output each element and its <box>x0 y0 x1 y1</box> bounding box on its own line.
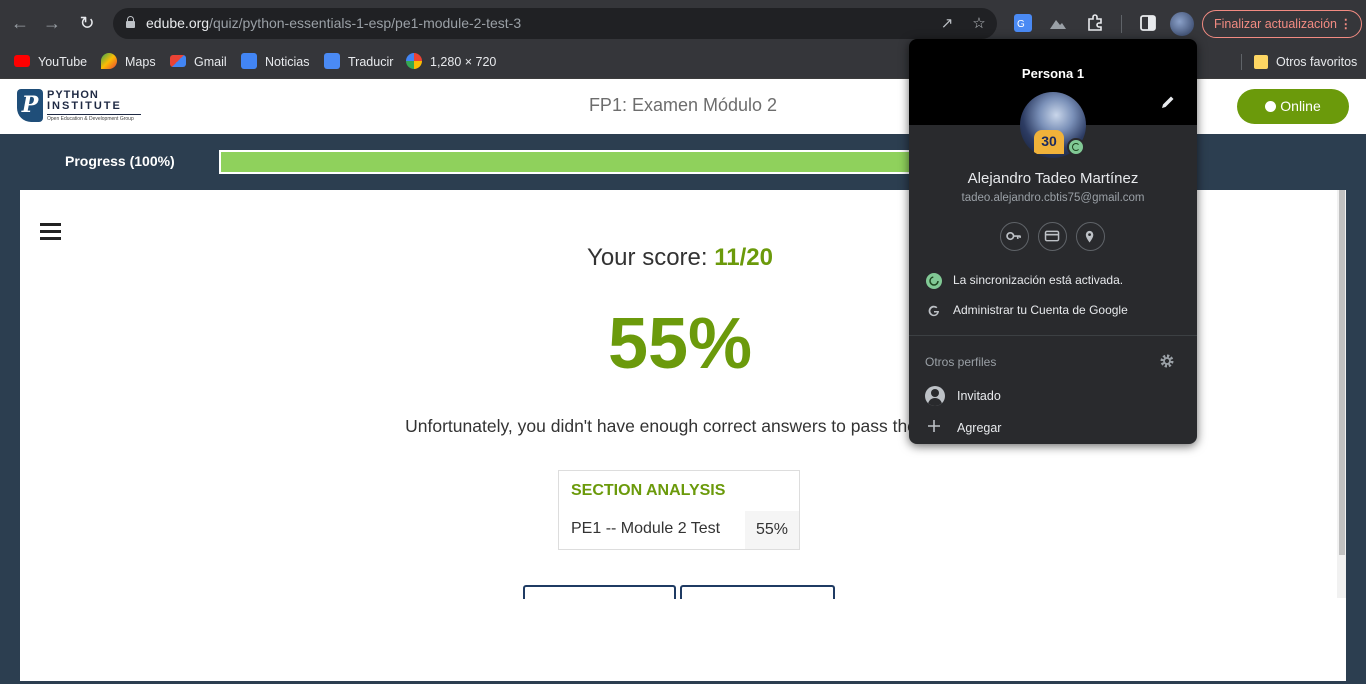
profile-avatar-button[interactable] <box>1170 12 1194 36</box>
popup-divider <box>909 335 1197 336</box>
section-name: PE1 -- Module 2 Test <box>571 520 721 537</box>
add-profile-item[interactable]: Agregar <box>957 421 1001 435</box>
section-analysis-table: SECTION ANALYSIS PE1 -- Module 2 Test 55… <box>558 470 800 550</box>
bookmark-traducir[interactable]: Traducir <box>324 53 393 71</box>
page-scrollbar[interactable] <box>1337 190 1346 598</box>
sync-badge-icon <box>1067 138 1085 156</box>
sync-status-row[interactable]: La sincronización está activada. <box>909 268 1197 294</box>
other-profiles-label: Otros perfiles <box>925 355 997 369</box>
card-lower-area <box>20 599 1346 684</box>
action-button-right[interactable] <box>680 585 835 599</box>
lock-icon <box>126 16 135 28</box>
side-panel-icon[interactable] <box>1138 13 1158 33</box>
plus-add-icon <box>928 420 940 432</box>
bookmark-label: YouTube <box>38 55 88 69</box>
star-icon[interactable]: ☆ <box>969 14 989 34</box>
manage-account-row[interactable]: Administrar tu Cuenta de Google <box>909 298 1197 324</box>
google-icon <box>406 53 422 69</box>
credit-card-icon <box>1044 230 1060 242</box>
bookmark-label: Maps <box>125 55 156 69</box>
sync-icon <box>926 273 942 289</box>
online-label: Online <box>1280 98 1321 114</box>
action-button-left[interactable] <box>523 585 676 599</box>
svg-text:G: G <box>1017 19 1025 30</box>
profile-email: tadeo.alejandro.cbtis75@gmail.com <box>961 192 1145 204</box>
toolbar-divider <box>1121 15 1122 33</box>
pencil-edit-icon[interactable] <box>1160 94 1176 110</box>
score-value: 11/20 <box>714 244 773 271</box>
scrollbar-thumb[interactable] <box>1339 190 1345 555</box>
maps-icon <box>101 53 117 69</box>
bookmark-label: Noticias <box>265 55 310 69</box>
bookmark-youtube[interactable]: YouTube <box>14 53 87 71</box>
folder-icon <box>1254 55 1268 69</box>
extension-mountain-icon[interactable] <box>1048 13 1068 33</box>
more-menu-icon[interactable]: ⋮ <box>1340 11 1353 37</box>
score-prefix: Your score: <box>587 244 708 271</box>
bookmark-resolution[interactable]: 1,280 × 720 <box>406 53 496 71</box>
news-icon <box>241 53 257 69</box>
table-row: PE1 -- Module 2 Test 55% <box>559 511 799 549</box>
finish-update-button[interactable]: Finalizar actualización ⋮ <box>1202 10 1362 38</box>
url-text[interactable]: edube.org/quiz/python-essentials-1-esp/p… <box>146 15 521 31</box>
youtube-icon <box>14 55 30 67</box>
bookmark-label: Traducir <box>348 55 394 69</box>
manage-account-label: Administrar tu Cuenta de Google <box>953 303 1128 317</box>
progress-fill <box>221 152 977 172</box>
bookmark-maps[interactable]: Maps <box>101 53 156 71</box>
finish-update-label: Finalizar actualización <box>1214 17 1337 31</box>
bookmark-label: Gmail <box>194 55 227 69</box>
url-path: /quiz/python-essentials-1-esp/pe1-module… <box>209 15 522 31</box>
bookmark-noticias[interactable]: Noticias <box>241 53 309 71</box>
payment-card-button[interactable] <box>1038 222 1067 251</box>
progress-bar <box>219 150 979 174</box>
guest-person-icon <box>925 386 945 406</box>
location-pin-icon <box>1085 230 1094 243</box>
google-g-icon <box>928 305 939 317</box>
progress-label: Progress (100%) <box>65 153 175 169</box>
status-dot-icon <box>1265 101 1277 112</box>
gmail-icon <box>170 55 186 67</box>
url-host: edube.org <box>146 15 210 31</box>
address-bar[interactable]: edube.org/quiz/python-essentials-1-esp/p… <box>113 8 997 39</box>
profile-popup: Persona 1 30 Alejandro Tadeo Martínez ta… <box>909 39 1197 444</box>
guest-profile-item[interactable]: Invitado <box>957 389 1001 403</box>
bookmarks-divider <box>1241 54 1242 70</box>
bookmark-label: 1,280 × 720 <box>430 55 497 69</box>
profile-name: Alejandro Tadeo Martínez <box>967 170 1139 187</box>
menu-hamburger-icon[interactable] <box>40 223 61 244</box>
bookmark-label: Otros favoritos <box>1276 55 1358 69</box>
translate-icon <box>324 53 340 69</box>
online-status-button[interactable]: Online <box>1237 89 1349 124</box>
passwords-key-button[interactable] <box>1000 222 1029 251</box>
google-translate-icon[interactable]: G <box>1013 13 1033 33</box>
extensions-puzzle-icon[interactable] <box>1085 13 1105 33</box>
back-arrow-icon[interactable]: ← <box>8 11 32 35</box>
profile-header-title: Persona 1 <box>1021 66 1085 81</box>
gear-icon[interactable] <box>1159 353 1175 369</box>
bookmark-gmail[interactable]: Gmail <box>170 53 227 71</box>
section-analysis-title: SECTION ANALYSIS <box>571 482 726 499</box>
addresses-button[interactable] <box>1076 222 1105 251</box>
key-icon <box>1006 231 1021 241</box>
reload-icon[interactable]: ↻ <box>75 11 99 35</box>
avatar-jersey-number: 30 <box>1034 130 1064 154</box>
bookmark-other-folder[interactable]: Otros favoritos <box>1254 53 1357 71</box>
section-percent: 55% <box>745 511 799 549</box>
forward-arrow-icon[interactable]: → <box>40 11 64 35</box>
share-icon[interactable]: ↗ <box>937 14 957 34</box>
sync-status-label: La sincronización está activada. <box>953 273 1124 287</box>
